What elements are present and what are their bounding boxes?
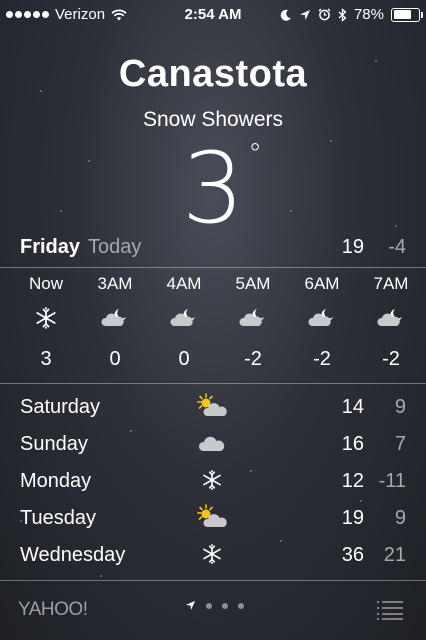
page-dot-icon (206, 602, 212, 609)
current-temp-value: 3 (181, 132, 245, 246)
hour-label: 3AM (97, 274, 133, 293)
daily-forecast: Saturday 14 9 Sunday 16 7 Monday 12 -11 … (20, 393, 406, 581)
battery-fill (393, 10, 411, 19)
daily-day-name: Monday (20, 470, 92, 492)
partly-cloudy-night-icon (223, 296, 283, 340)
daily-low: 9 (394, 396, 406, 418)
today-day-name: Friday (20, 236, 81, 258)
degree-symbol: ° (248, 137, 263, 170)
hourly-forecast[interactable]: Now 3 3AM 0 4AM 0 5AM -2 6AM -2 7AM -2 (0, 274, 426, 374)
divider (0, 580, 426, 581)
daily-low: 9 (394, 507, 406, 529)
alarm-clock-icon (318, 8, 331, 21)
daily-row: Saturday 14 9 (20, 393, 406, 433)
cloud-icon (192, 429, 232, 457)
daily-high: 14 (341, 396, 364, 418)
today-label: Today (88, 236, 142, 258)
snowflake-icon (192, 466, 232, 494)
location-arrow-icon (185, 600, 196, 611)
partly-cloudy-night-icon (154, 296, 214, 340)
daily-row: Sunday 16 7 (20, 433, 406, 470)
hourly-item: 4AM 0 (154, 274, 214, 371)
yahoo-logo[interactable]: YAHOO! (18, 599, 88, 621)
daily-low: 7 (394, 433, 406, 455)
daily-day-name: Wednesday (20, 544, 126, 566)
weather-condition: Snow Showers (142, 108, 284, 131)
page-indicator[interactable] (185, 600, 244, 611)
page-dot-icon (238, 602, 244, 609)
hour-label: 5AM (235, 274, 271, 293)
location-arrow-icon (299, 9, 310, 20)
page-dot-icon (222, 602, 228, 609)
partly-cloudy-night-icon (361, 296, 421, 340)
daily-high: 16 (341, 433, 364, 455)
daily-high: 36 (341, 544, 364, 566)
status-bar: Verizon 2:54 AM 78% (0, 0, 426, 28)
partly-sunny-icon (192, 503, 232, 531)
partly-cloudy-night-icon (292, 296, 352, 340)
hour-label: 7AM (373, 274, 409, 293)
partly-cloudy-night-icon (85, 296, 145, 340)
hourly-item: 3AM 0 (85, 274, 145, 371)
divider (0, 383, 426, 384)
footer-bar: YAHOO! (0, 590, 426, 630)
hour-temp: 3 (40, 348, 52, 370)
today-low: -4 (388, 236, 406, 258)
divider (0, 267, 426, 268)
hourly-item: 5AM -2 (223, 274, 283, 371)
daily-high: 12 (341, 470, 364, 492)
daily-day-name: Saturday (20, 396, 101, 418)
daily-row: Monday 12 -11 (20, 470, 406, 507)
daily-day-name: Tuesday (20, 507, 96, 529)
battery-percent: 78% (353, 6, 384, 23)
partly-sunny-icon (192, 392, 232, 420)
battery-icon (391, 7, 423, 22)
hour-temp: 0 (109, 348, 121, 370)
hour-label: Now (28, 274, 63, 293)
snowflake-icon (16, 296, 76, 340)
city-name: Canastota (118, 53, 308, 95)
moon-icon (280, 9, 291, 21)
hour-temp: -2 (313, 348, 331, 370)
hour-temp: 0 (178, 348, 190, 370)
daily-low: 21 (383, 544, 406, 566)
list-menu-icon[interactable] (376, 600, 404, 620)
hour-temp: -2 (382, 348, 400, 370)
hour-label: 4AM (166, 274, 202, 293)
snowflake-icon (192, 540, 232, 568)
daily-high: 19 (341, 507, 364, 529)
hour-temp: -2 (244, 348, 262, 370)
today-high: 19 (341, 236, 364, 258)
daily-day-name: Sunday (20, 433, 88, 455)
hourly-item: 7AM -2 (361, 274, 421, 371)
daily-low: -11 (378, 470, 406, 492)
hourly-item: 6AM -2 (292, 274, 352, 371)
today-summary: Friday Today 19 -4 (20, 236, 406, 260)
hourly-item: Now 3 (16, 274, 76, 371)
current-temperature: 3 ° (0, 134, 426, 244)
daily-row: Tuesday 19 9 (20, 504, 406, 544)
hour-label: 6AM (304, 274, 340, 293)
daily-row: Wednesday 36 21 (20, 544, 406, 581)
bluetooth-icon (338, 7, 347, 22)
